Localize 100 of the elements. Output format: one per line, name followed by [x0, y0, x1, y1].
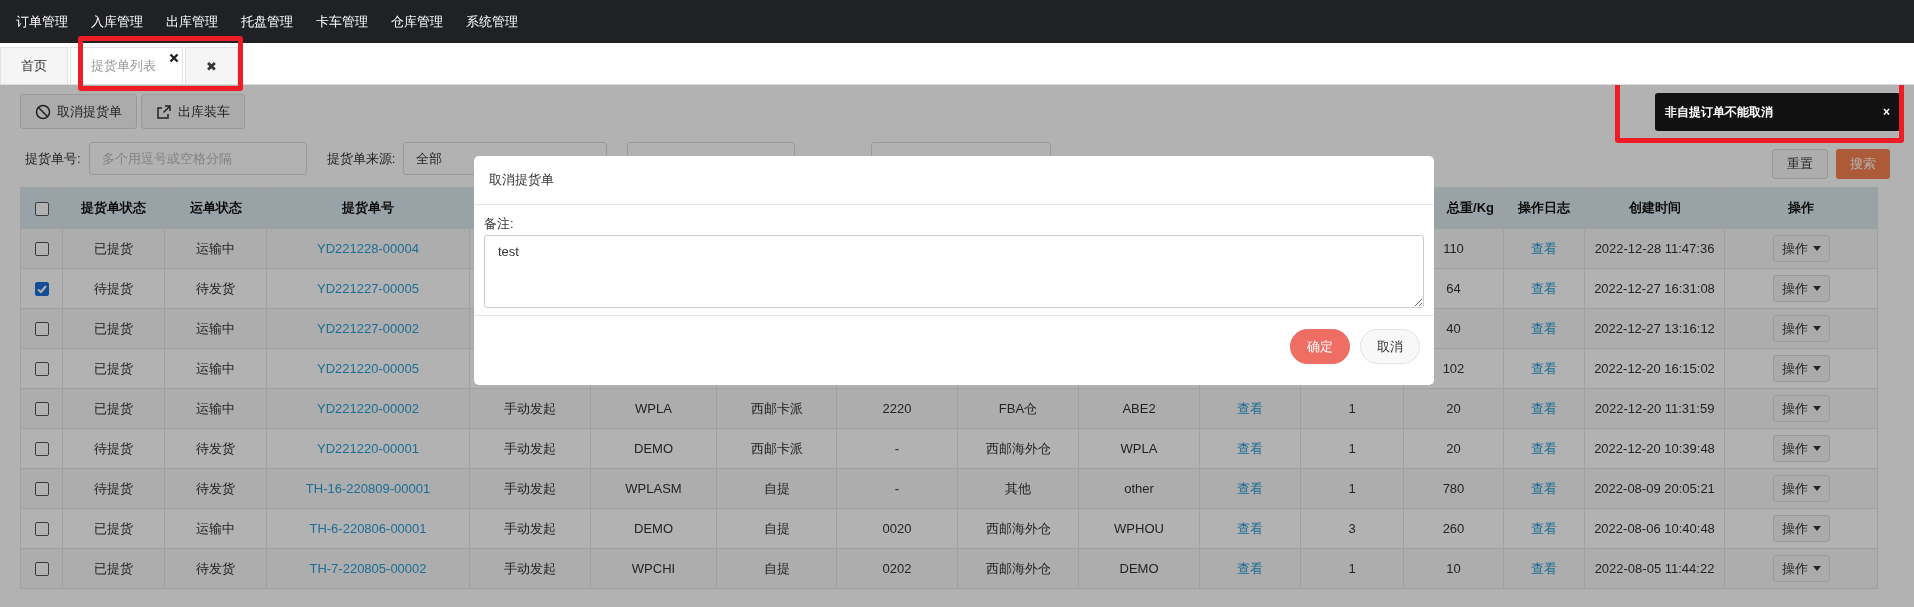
- nav-menu-item[interactable]: 出库管理: [156, 12, 228, 31]
- nav-menu-item[interactable]: 仓库管理: [381, 12, 453, 31]
- toolbar-button[interactable]: 取消提货单: [20, 94, 137, 129]
- close-icon[interactable]: [169, 53, 179, 63]
- table-cell: 1: [1348, 401, 1356, 416]
- close-all-tabs-button[interactable]: ✖: [185, 47, 238, 84]
- view-link[interactable]: 查看: [1531, 480, 1557, 496]
- table-cell: 手动发起: [504, 480, 556, 496]
- actions-dropdown-button[interactable]: 操作: [1772, 275, 1830, 302]
- actions-dropdown-button[interactable]: 操作: [1772, 555, 1830, 582]
- column-header: 操作: [1788, 200, 1814, 215]
- view-link[interactable]: 查看: [1531, 280, 1557, 296]
- actions-dropdown-button[interactable]: 操作: [1772, 315, 1830, 342]
- column-header: 创建时间: [1628, 200, 1681, 215]
- table-cell: DEMO: [634, 441, 673, 456]
- table-cell: 2022-12-27 13:16:12: [1594, 321, 1715, 336]
- close-button[interactable]: ×: [1883, 105, 1890, 119]
- table-cell: 已提货: [94, 320, 133, 336]
- remark-textarea[interactable]: test: [484, 235, 1424, 308]
- nav-menu-item[interactable]: 订单管理: [6, 12, 78, 31]
- table-cell: FBA仓: [998, 400, 1038, 416]
- table-cell: other: [1124, 481, 1154, 496]
- actions-dropdown-button[interactable]: 操作: [1772, 515, 1830, 542]
- table-cell: 自提: [763, 560, 790, 576]
- checkbox[interactable]: [34, 201, 49, 216]
- field-label: 提货单号:: [25, 149, 81, 168]
- caret-icon: [1812, 406, 1821, 411]
- view-link[interactable]: 查看: [1531, 440, 1557, 456]
- table-cell: 待发货: [196, 440, 235, 456]
- order-number-link[interactable]: YD221228-00004: [317, 241, 419, 256]
- confirm-button[interactable]: 确定: [1290, 329, 1350, 364]
- reset-button[interactable]: 重置: [1772, 148, 1828, 179]
- view-link[interactable]: 查看: [1531, 520, 1557, 536]
- table-cell: 已提货: [94, 360, 133, 376]
- search-button[interactable]: 搜索: [1836, 148, 1890, 179]
- view-link[interactable]: 查看: [1237, 440, 1263, 456]
- table-cell: 运输中: [196, 360, 235, 376]
- table-cell: 2022-08-06 10:40:48: [1594, 521, 1715, 536]
- table-cell: 102: [1442, 361, 1465, 376]
- table-cell: 已提货: [94, 240, 133, 256]
- order-number-link[interactable]: YD221220-00001: [317, 441, 419, 456]
- view-link[interactable]: 查看: [1531, 560, 1557, 576]
- column-header: 操作日志: [1518, 200, 1570, 215]
- table-cell: 780: [1442, 481, 1465, 496]
- nav-menu-item[interactable]: 托盘管理: [231, 12, 303, 31]
- ban-icon: [35, 103, 51, 120]
- checkbox[interactable]: [34, 242, 49, 257]
- checkbox[interactable]: [34, 482, 49, 497]
- table-cell: ABE2: [1122, 401, 1156, 416]
- column-header: 提货单状态: [81, 200, 146, 215]
- checkbox[interactable]: [34, 322, 49, 337]
- nav-menu-item[interactable]: 入库管理: [81, 12, 153, 31]
- nav-menu-item[interactable]: 卡车管理: [306, 12, 378, 31]
- checkbox[interactable]: [34, 362, 49, 377]
- checkbox[interactable]: [34, 442, 49, 457]
- table-cell: 待发货: [196, 560, 235, 576]
- view-link[interactable]: 查看: [1237, 480, 1263, 496]
- view-link[interactable]: 查看: [1237, 560, 1263, 576]
- view-link[interactable]: 查看: [1531, 320, 1557, 336]
- page-tab[interactable]: 首页: [0, 47, 68, 84]
- table-cell: 手动发起: [504, 560, 556, 576]
- table-cell: 运输中: [196, 400, 235, 416]
- toolbar-button[interactable]: 出库装车: [141, 94, 245, 129]
- view-link[interactable]: 查看: [1531, 400, 1557, 416]
- actions-dropdown-button[interactable]: 操作: [1772, 235, 1830, 262]
- table-cell: 260: [1442, 521, 1465, 536]
- table-cell: 西邮海外仓: [985, 560, 1051, 576]
- view-link[interactable]: 查看: [1531, 360, 1557, 376]
- view-link[interactable]: 查看: [1237, 520, 1263, 536]
- checkbox[interactable]: [34, 282, 49, 297]
- table-cell: -: [894, 441, 900, 456]
- table-cell: 1: [1348, 481, 1356, 496]
- column-header: 总重/Kg: [1447, 200, 1494, 215]
- nav-menu-item[interactable]: 系统管理: [456, 12, 528, 31]
- table-cell: 运输中: [196, 320, 235, 336]
- order-number-link[interactable]: YD221220-00005: [317, 361, 419, 376]
- table-cell: 待提货: [94, 280, 133, 296]
- cancel-button[interactable]: 取消: [1360, 329, 1420, 364]
- order-number-link[interactable]: YD221227-00005: [317, 281, 419, 296]
- checkbox[interactable]: [34, 562, 49, 577]
- page-tab[interactable]: 提货单列表: [70, 47, 183, 84]
- table-cell: 0202: [882, 561, 912, 576]
- actions-dropdown-button[interactable]: 操作: [1772, 435, 1830, 462]
- table-cell: 1: [1348, 441, 1356, 456]
- actions-dropdown-button[interactable]: 操作: [1772, 395, 1830, 422]
- order-number-link[interactable]: YD221220-00002: [317, 401, 419, 416]
- actions-dropdown-button[interactable]: 操作: [1772, 355, 1830, 382]
- toast-message: 非自提订单不能取消: [1665, 103, 1773, 121]
- table-cell: 20: [1446, 401, 1461, 416]
- view-link[interactable]: 查看: [1531, 240, 1557, 256]
- view-link[interactable]: 查看: [1237, 400, 1263, 416]
- table-cell: 2022-08-05 11:44:22: [1594, 561, 1715, 576]
- checkbox[interactable]: [34, 402, 49, 417]
- checkbox[interactable]: [34, 522, 49, 537]
- table-cell: 自提: [763, 520, 790, 536]
- table-cell: 西邮卡派: [750, 440, 803, 456]
- table-cell: 20: [1446, 441, 1461, 456]
- order-number-link[interactable]: YD221227-00002: [317, 321, 419, 336]
- actions-dropdown-button[interactable]: 操作: [1772, 475, 1830, 502]
- table-cell: 待发货: [196, 280, 235, 296]
